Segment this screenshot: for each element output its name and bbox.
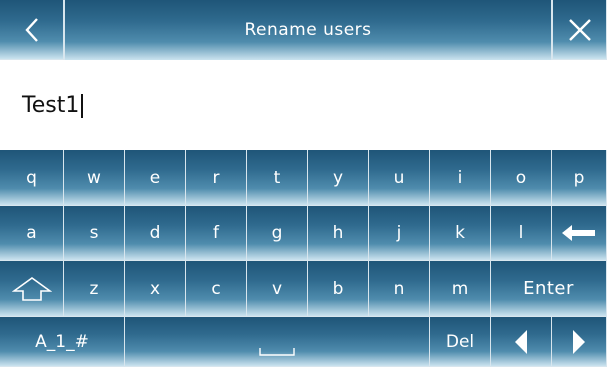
- page-title: Rename users: [64, 0, 552, 60]
- key-x[interactable]: x: [125, 261, 186, 317]
- key-label: w: [87, 167, 101, 188]
- key-p[interactable]: p: [552, 150, 607, 206]
- key-j[interactable]: j: [369, 206, 430, 261]
- key-label: g: [271, 223, 283, 243]
- space-icon: [259, 347, 295, 357]
- key-label: y: [332, 167, 344, 188]
- key-label: i: [457, 167, 463, 188]
- key-l[interactable]: l: [491, 206, 552, 261]
- space-button[interactable]: [125, 317, 430, 367]
- key-label: a: [26, 223, 37, 243]
- cursor-left-button[interactable]: [491, 317, 552, 367]
- key-label: r: [212, 167, 220, 188]
- key-label: o: [515, 167, 527, 188]
- key-label: z: [89, 278, 99, 299]
- key-m[interactable]: m: [430, 261, 491, 317]
- del-label: Del: [445, 331, 475, 352]
- close-button[interactable]: [552, 0, 607, 60]
- key-label: e: [149, 167, 161, 188]
- triangle-left-icon: [514, 329, 528, 355]
- key-label: q: [26, 167, 37, 188]
- triangle-right-icon: [572, 329, 586, 355]
- key-o[interactable]: o: [491, 150, 552, 206]
- key-y[interactable]: y: [308, 150, 369, 206]
- key-label: n: [393, 278, 405, 299]
- key-label: h: [332, 223, 344, 243]
- key-label: x: [149, 278, 161, 299]
- chevron-left-icon: [24, 17, 40, 43]
- key-label: l: [518, 223, 524, 243]
- key-e[interactable]: e: [125, 150, 186, 206]
- key-t[interactable]: t: [247, 150, 308, 206]
- key-n[interactable]: n: [369, 261, 430, 317]
- key-r[interactable]: r: [186, 150, 247, 206]
- key-w[interactable]: w: [64, 150, 125, 206]
- key-v[interactable]: v: [247, 261, 308, 317]
- key-c[interactable]: c: [186, 261, 247, 317]
- key-label: j: [396, 223, 402, 243]
- key-u[interactable]: u: [369, 150, 430, 206]
- key-label: u: [393, 167, 405, 188]
- key-a[interactable]: a: [0, 206, 64, 261]
- key-s[interactable]: s: [64, 206, 125, 261]
- key-label: f: [213, 223, 219, 243]
- text-caret: [81, 93, 84, 118]
- backspace-arrow-icon: [562, 225, 596, 241]
- back-button[interactable]: [0, 0, 64, 60]
- shift-button[interactable]: [0, 261, 64, 317]
- key-label: c: [211, 278, 221, 299]
- key-label: s: [89, 223, 99, 243]
- key-b[interactable]: b: [308, 261, 369, 317]
- key-f[interactable]: f: [186, 206, 247, 261]
- input-value: Test1: [22, 93, 80, 118]
- del-button[interactable]: Del: [430, 317, 491, 367]
- name-input[interactable]: Test1: [0, 61, 607, 150]
- key-g[interactable]: g: [247, 206, 308, 261]
- key-i[interactable]: i: [430, 150, 491, 206]
- key-k[interactable]: k: [430, 206, 491, 261]
- close-icon: [567, 17, 593, 43]
- backspace-button[interactable]: [552, 206, 607, 261]
- key-z[interactable]: z: [64, 261, 125, 317]
- cursor-right-button[interactable]: [552, 317, 607, 367]
- symbols-label: A_1_#: [35, 331, 89, 352]
- key-label: p: [573, 167, 585, 188]
- key-label: v: [271, 278, 283, 299]
- key-label: b: [332, 278, 344, 299]
- key-h[interactable]: h: [308, 206, 369, 261]
- key-d[interactable]: d: [125, 206, 186, 261]
- enter-label: Enter: [523, 278, 574, 299]
- key-label: m: [451, 278, 469, 299]
- key-q[interactable]: q: [0, 150, 64, 206]
- key-label: d: [149, 223, 161, 243]
- key-label: k: [455, 223, 465, 243]
- shift-arrow-icon: [11, 276, 52, 302]
- symbols-button[interactable]: A_1_#: [0, 317, 125, 367]
- key-label: t: [273, 167, 281, 188]
- enter-button[interactable]: Enter: [491, 261, 607, 317]
